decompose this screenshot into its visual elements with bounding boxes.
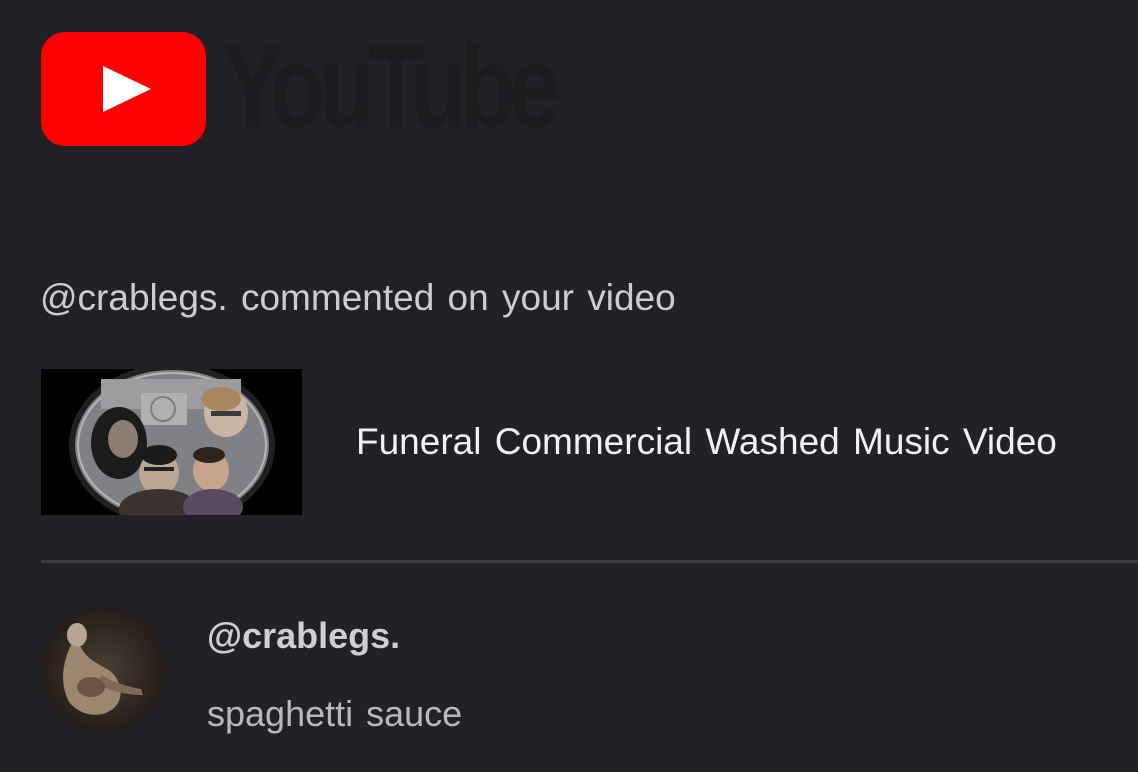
video-title[interactable]: Funeral Commercial Washed Music Video [356, 420, 1057, 464]
notification-headline: @crablegs. commented on your video [40, 277, 676, 318]
youtube-play-icon [41, 32, 206, 146]
notification-page: YouTube @crablegs. commented on your vid… [0, 0, 1138, 772]
comment-text: spaghetti sauce [207, 693, 463, 734]
video-thumbnail[interactable] [41, 369, 302, 515]
avatar[interactable] [41, 607, 166, 732]
divider [41, 560, 1138, 563]
comment-author[interactable]: @crablegs. [207, 614, 400, 658]
youtube-wordmark: YouTube [222, 21, 560, 153]
